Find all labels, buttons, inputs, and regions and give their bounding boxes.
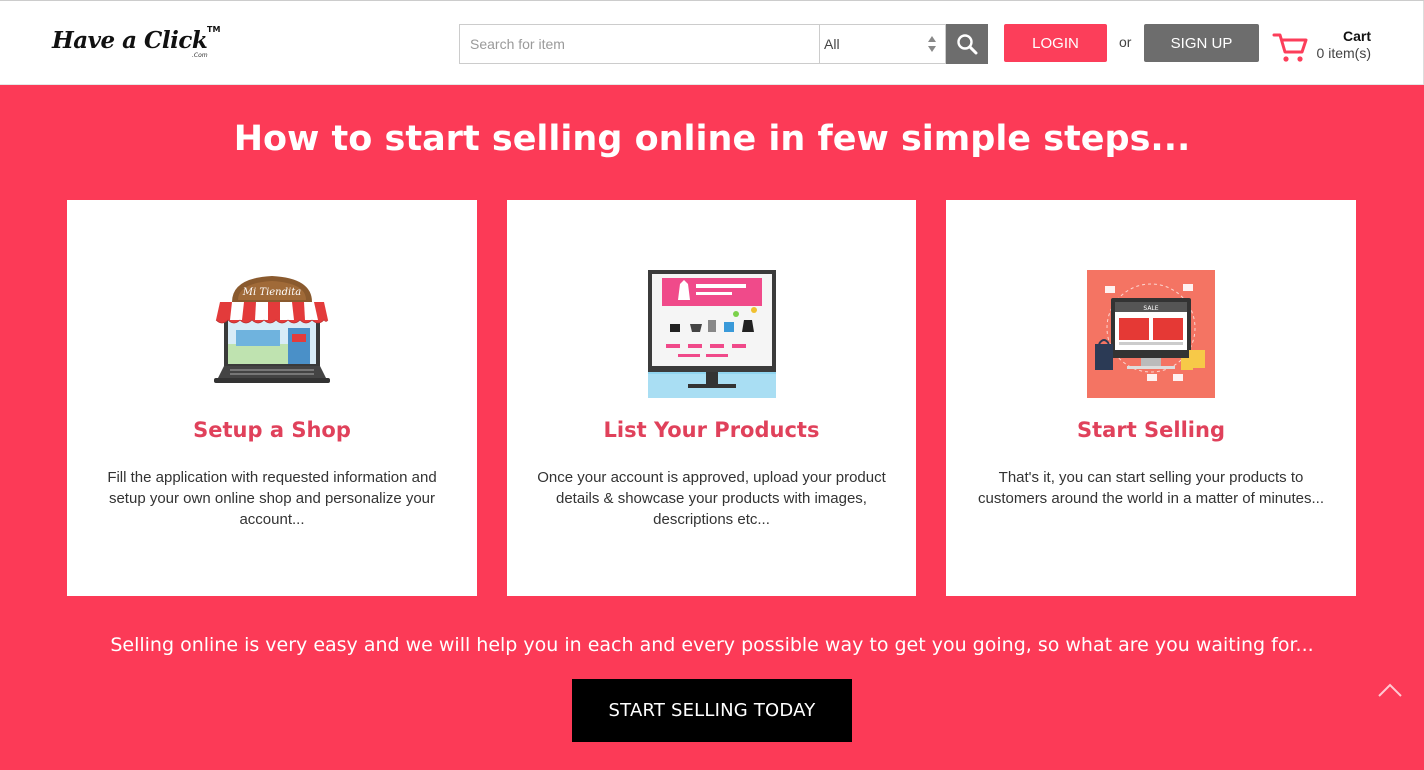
step-card-start-selling: SALE Start Selling That's it, you can st… xyxy=(946,200,1356,596)
section-tagline: Selling online is very easy and we will … xyxy=(110,634,1314,656)
search-button[interactable] xyxy=(946,24,988,64)
category-selected-value: All xyxy=(824,36,840,52)
cart-item-count: 0 item(s) xyxy=(1316,45,1371,61)
shopping-cart-icon xyxy=(1272,33,1308,62)
card-description: That's it, you can start selling your pr… xyxy=(978,469,1324,507)
signup-button[interactable]: SIGN UP xyxy=(1144,24,1259,62)
login-button[interactable]: LOGIN xyxy=(1004,24,1107,62)
storefront-sign-text: Mi Tiendita xyxy=(242,287,301,298)
card-title: Start Selling xyxy=(1077,418,1225,442)
logo-domain: .Com xyxy=(192,52,208,59)
card-description: Fill the application with requested info… xyxy=(107,469,437,528)
step-card-setup-shop: Mi Tiendita Setup a Shop Fill the applic… xyxy=(67,200,477,596)
logo-trademark: TM xyxy=(207,25,221,34)
category-select[interactable]: All xyxy=(819,24,946,64)
step-card-list-products: List Your Products Once your account is … xyxy=(507,200,916,596)
site-header: Have a Click TM .Com All LOGIN or SIGN U… xyxy=(0,0,1424,86)
online-sale-monitor-icon: SALE xyxy=(1087,270,1215,398)
cart-button[interactable]: Cart 0 item(s) xyxy=(1270,27,1380,67)
search-icon xyxy=(957,34,978,55)
card-title: Setup a Shop xyxy=(193,418,351,442)
select-updown-icon xyxy=(928,36,936,52)
logo-text: Have a Click xyxy=(52,27,208,54)
how-to-sell-section: How to start selling online in few simpl… xyxy=(0,85,1424,770)
card-description: Once your account is approved, upload yo… xyxy=(537,469,886,528)
or-separator: or xyxy=(1119,34,1132,50)
cart-label: Cart xyxy=(1342,28,1371,44)
back-to-top-chevron-icon[interactable] xyxy=(1377,682,1403,698)
product-listing-monitor-icon xyxy=(648,270,776,398)
storefront-laptop-icon: Mi Tiendita xyxy=(214,276,330,383)
site-logo[interactable]: Have a Click TM .Com xyxy=(52,25,222,65)
start-selling-today-button[interactable]: START SELLING TODAY xyxy=(572,679,852,742)
section-title: How to start selling online in few simpl… xyxy=(233,119,1191,159)
card-title: List Your Products xyxy=(603,418,820,442)
search-input[interactable] xyxy=(459,24,820,64)
sale-text: SALE xyxy=(1143,305,1158,312)
